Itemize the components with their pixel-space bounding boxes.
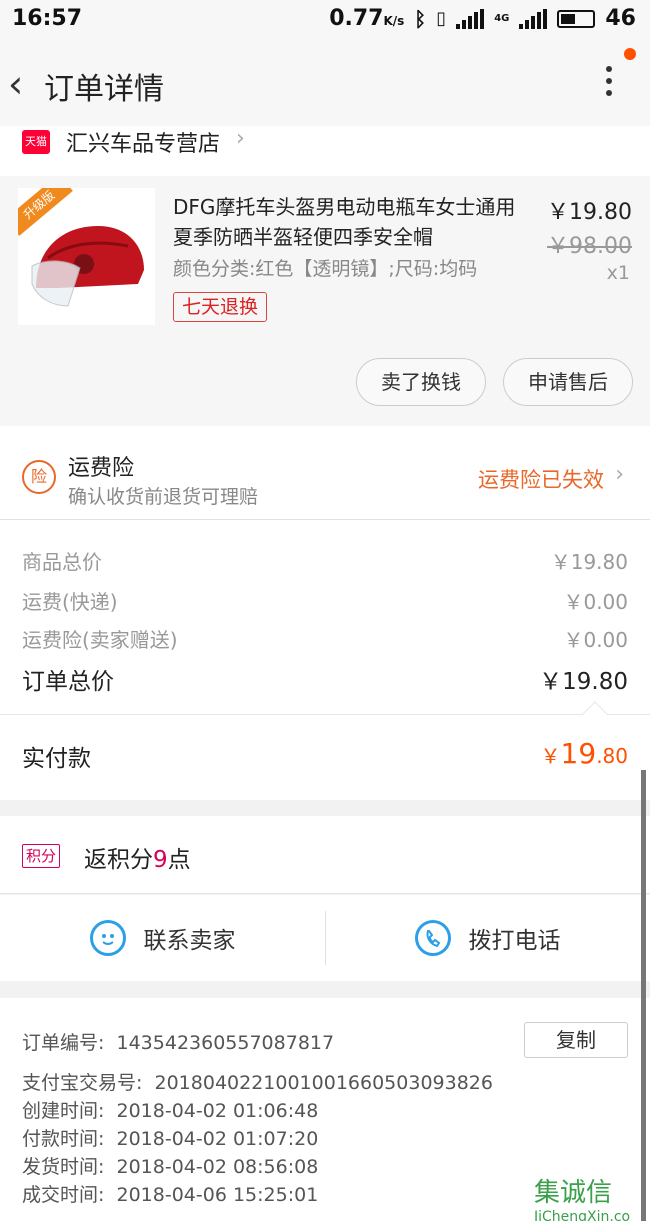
vibrate-icon: ▯: [436, 8, 447, 29]
tmall-badge: 天猫: [22, 130, 50, 154]
battery-level: 46: [605, 6, 636, 31]
product-sku: 颜色分类:红色【透明镜】;尺码:均码: [173, 258, 478, 280]
summary-row: 商品总价 ￥19.80: [22, 546, 628, 575]
insurance-title: 运费险: [68, 456, 135, 481]
more-vertical-icon[interactable]: [606, 66, 614, 102]
summary-row: 运费险(卖家赠送) ￥0.00: [22, 624, 628, 653]
page-title: 订单详情: [44, 72, 164, 107]
product-card[interactable]: 升级版 DFG摩托车头盔男电动电瓶车女士通用夏季防晒半盔轻便四季安全帽 颜色分类…: [0, 176, 650, 426]
bluetooth-icon: ᛒ: [414, 6, 427, 31]
product-title[interactable]: DFG摩托车头盔男电动电瓶车女士通用夏季防晒半盔轻便四季安全帽: [173, 192, 525, 252]
summary-value: ￥0.00: [563, 590, 628, 614]
product-image[interactable]: 升级版: [18, 188, 155, 325]
summary-label: 运费险(卖家赠送): [22, 628, 178, 652]
after-sales-button[interactable]: 申请售后: [503, 358, 633, 406]
status-time: 16:57: [12, 6, 83, 31]
shop-row[interactable]: 天猫 汇兴车品专营店 ›: [0, 126, 650, 176]
shipping-insurance-row[interactable]: 险 运费险 确认收货前退货可理赔 运费险已失效 ›: [0, 426, 650, 520]
network-speed: 0.77K/s: [329, 6, 405, 31]
summary-value: ￥19.80: [550, 550, 628, 574]
completed-time-row: 成交时间: 2018-04-06 15:25:01: [22, 1184, 319, 1206]
insurance-icon: 险: [22, 460, 56, 494]
contact-seller-button[interactable]: 联系卖家: [0, 895, 325, 981]
order-number-row: 订单编号: 143542360557087817: [22, 1032, 335, 1054]
insurance-status[interactable]: 运费险已失效: [478, 464, 604, 494]
notification-dot: [624, 48, 636, 60]
shipped-time-row: 发货时间: 2018-04-02 08:56:08: [22, 1156, 319, 1178]
chevron-right-icon: ›: [236, 126, 245, 151]
return-policy-badge: 七天退换: [173, 292, 268, 322]
chat-face-icon: [89, 920, 126, 956]
summary-value: ￥0.00: [563, 628, 628, 652]
chevron-left-icon[interactable]: ‹: [8, 62, 23, 106]
original-price: ￥98.00: [547, 234, 632, 259]
product-price: ￥19.80: [547, 200, 632, 225]
call-phone-button[interactable]: 拨打电话: [325, 895, 650, 981]
order-total-value: ￥19.80: [539, 669, 628, 695]
points-badge: 积分: [22, 844, 61, 868]
contact-bar: 联系卖家 拨打电话: [0, 895, 650, 981]
order-total-label: 订单总价: [22, 669, 114, 695]
payment-label: 实付款: [22, 746, 91, 772]
signal-icon: [456, 8, 485, 29]
insurance-subtitle: 确认收货前退货可理赔: [68, 486, 259, 508]
signal-icon-2: [519, 8, 548, 29]
summary-label: 运费(快递): [22, 590, 118, 614]
payment-amount: ￥19.80: [540, 737, 628, 770]
status-bar: 16:57 0.77K/s ᛒ ▯ 4G 46: [0, 0, 650, 42]
points-row: 积分 返积分9点: [0, 816, 650, 894]
actual-payment-row: 实付款 ￥19.80: [0, 701, 650, 800]
battery-icon: [557, 9, 596, 28]
status-indicators: 0.77K/s ᛒ ▯ 4G 46: [329, 6, 636, 31]
network-type: 4G: [494, 13, 510, 24]
resell-button[interactable]: 卖了换钱: [356, 358, 486, 406]
contact-seller-label: 联系卖家: [143, 928, 236, 954]
copy-button[interactable]: 复制: [524, 1022, 628, 1058]
product-quantity: x1: [606, 262, 630, 284]
scrollbar[interactable]: [641, 770, 646, 1221]
watermark: 集诚信 JiChengXin.co: [534, 1178, 631, 1221]
paid-time-row: 付款时间: 2018-04-02 01:07:20: [22, 1128, 319, 1150]
summary-label: 商品总价: [22, 550, 102, 574]
price-summary: 商品总价 ￥19.80 运费(快递) ￥0.00 运费险(卖家赠送) ￥0.00…: [0, 520, 650, 714]
shop-name: 汇兴车品专营店: [66, 132, 221, 157]
call-phone-label: 拨打电话: [468, 928, 561, 954]
phone-icon: [414, 920, 451, 956]
summary-row: 运费(快递) ￥0.00: [22, 586, 628, 615]
created-time-row: 创建时间: 2018-04-02 01:06:48: [22, 1100, 319, 1122]
nav-bar: ‹ 订单详情: [0, 42, 650, 126]
order-total-row: 订单总价 ￥19.80: [22, 662, 628, 696]
points-text: 返积分9点: [84, 847, 191, 873]
alipay-trade-row: 支付宝交易号: 2018040221001001660503093826: [22, 1072, 493, 1094]
chevron-right-icon: ›: [615, 462, 624, 487]
